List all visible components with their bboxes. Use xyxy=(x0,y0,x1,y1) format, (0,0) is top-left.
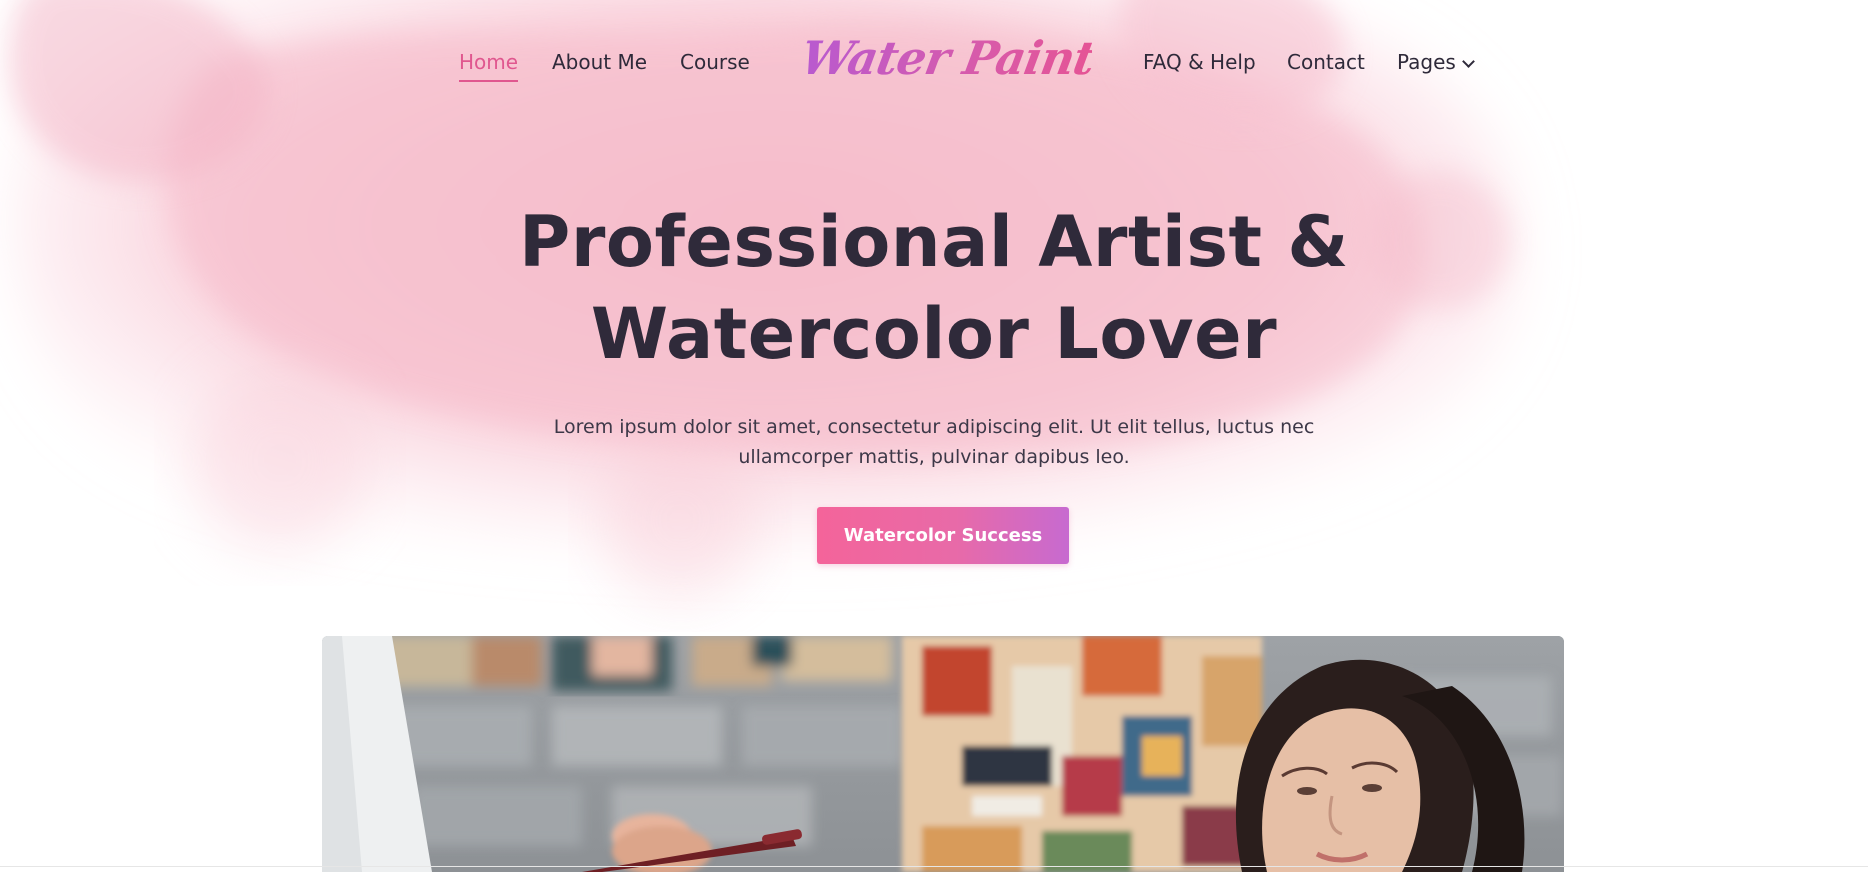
nav-item-pages[interactable]: Pages xyxy=(1397,50,1475,74)
nav-item-course[interactable]: Course xyxy=(680,50,750,74)
page: Home About Me Course FAQ & Help Contact … xyxy=(0,0,1868,872)
hero-title: Professional Artist & Watercolor Lover xyxy=(434,196,1434,380)
watercolor-success-button[interactable]: Watercolor Success xyxy=(817,507,1069,564)
site-logo[interactable]: Water Painting xyxy=(802,22,1092,102)
chevron-down-icon xyxy=(1461,55,1475,68)
nav-item-home[interactable]: Home xyxy=(459,50,519,82)
nav-item-about-me[interactable]: About Me xyxy=(552,50,647,74)
bottom-divider xyxy=(0,866,1868,867)
nav-item-contact[interactable]: Contact xyxy=(1287,50,1365,74)
nav-item-pages-label: Pages xyxy=(1397,50,1456,74)
nav-item-faq-help[interactable]: FAQ & Help xyxy=(1143,50,1256,74)
logo-text: Water Painting xyxy=(802,30,1092,85)
artist-photo xyxy=(322,636,1564,872)
hero-subtitle: Lorem ipsum dolor sit amet, consectetur … xyxy=(553,416,1315,468)
hero-title-line-1: Professional Artist & xyxy=(519,201,1349,283)
artist-photo-illustration xyxy=(322,636,1564,872)
hero-title-line-2: Watercolor Lover xyxy=(590,293,1278,375)
